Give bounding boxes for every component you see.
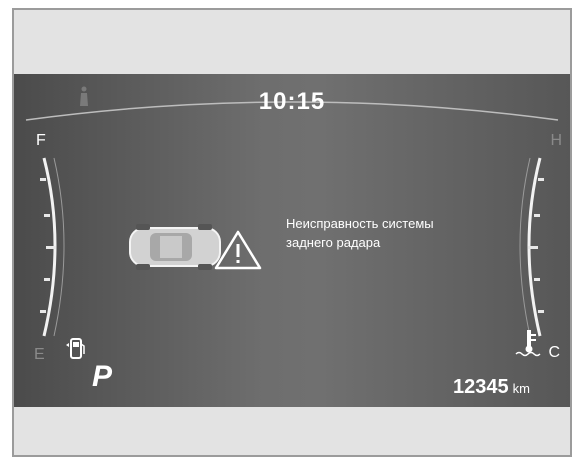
temp-cold-label: C	[548, 344, 560, 361]
coolant-temperature-icon	[515, 330, 541, 357]
temp-hot-label: H	[550, 132, 562, 149]
odometer: 12345 km	[453, 376, 530, 399]
warning-message-line1: Неисправность системы	[286, 216, 434, 231]
instrument-cluster-frame: 10:15 F E H C Неисправность системы задн…	[12, 8, 572, 457]
fuel-pump-icon	[66, 338, 85, 359]
fuel-full-label: F	[36, 132, 46, 149]
car-top-view-icon	[129, 224, 221, 270]
fuel-empty-label: E	[34, 346, 45, 363]
car-rear-radar-warning-icon	[129, 224, 262, 270]
gear-indicator: P	[92, 360, 113, 393]
instrument-display: 10:15 F E H C Неисправность системы задн…	[14, 74, 570, 407]
clock-time: 10:15	[258, 88, 326, 115]
warning-message-line2: заднего радара	[286, 235, 381, 250]
warning-message: Неисправность системы заднего радара	[286, 214, 526, 252]
odometer-unit: km	[512, 381, 530, 396]
warning-triangle-icon	[214, 230, 262, 270]
odometer-value: 12345	[453, 376, 509, 398]
